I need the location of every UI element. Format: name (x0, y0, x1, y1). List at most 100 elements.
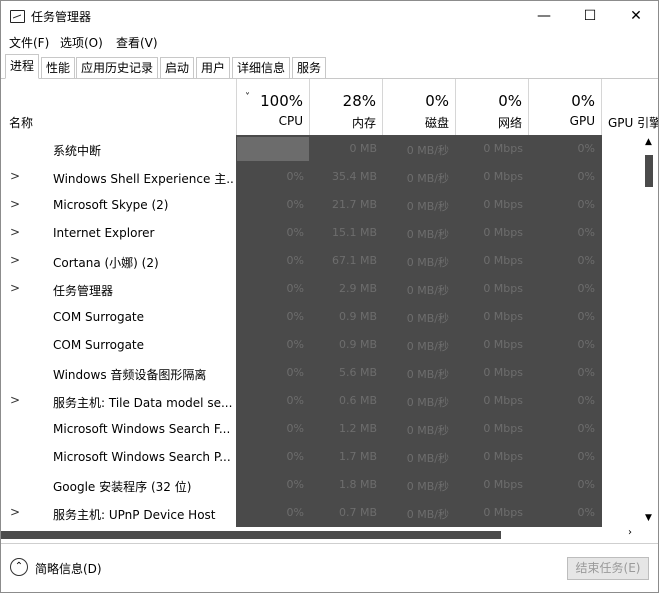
memory-cell: 5.6 MB (338, 366, 377, 379)
gpu-cell: 0% (577, 282, 595, 295)
process-name: Google 安装程序 (32 位) (53, 480, 192, 494)
column-header-memory[interactable]: 28% 内存 (309, 79, 382, 135)
process-row[interactable]: > Internet Explorer 0% 15.1 MB 0 MB/秒 0 Mbps 0… (1, 219, 641, 247)
column-header-cpu[interactable]: ˅ 100% CPU (236, 79, 309, 135)
memory-cell: 0.6 MB (338, 394, 377, 407)
memory-cell: 0.9 MB (338, 310, 377, 323)
cpu-cell: 0% (286, 422, 304, 435)
process-row[interactable]: Microsoft Windows Search F... 0% 1.2 MB 0 M… (1, 415, 641, 443)
scroll-down-icon[interactable]: ▼ (645, 513, 652, 523)
tab-users[interactable]: 用户 (196, 57, 231, 78)
expand-chevron-icon[interactable]: > (10, 197, 20, 211)
scroll-right-icon[interactable]: › (628, 527, 632, 538)
network-cell: 0 Mbps (483, 394, 523, 407)
process-name: Internet Explorer (53, 226, 155, 240)
column-header-network[interactable]: 0% 网络 (455, 79, 528, 135)
disk-cell: 0 MB/秒 (406, 200, 449, 213)
cpu-cell: 0% (286, 254, 304, 267)
close-button[interactable]: ✕ (613, 1, 658, 31)
network-cell: 0 Mbps (483, 366, 523, 379)
title-bar: 任务管理器 — ☐ ✕ (1, 1, 658, 31)
process-row[interactable]: COM Surrogate 0% 0.9 MB 0 MB/秒 0 Mbps 0% (1, 331, 641, 359)
fewer-details-link[interactable]: 简略信息(D) (35, 560, 102, 577)
process-row[interactable]: Google 安装程序 (32 位) 0% 1.8 MB 0 MB/秒 0 Mbps 0% (1, 471, 641, 499)
process-name: Cortana (小娜) (2) (53, 256, 159, 270)
chevron-up-circle-icon[interactable]: ⌃ (10, 558, 28, 576)
column-header-disk[interactable]: 0% 磁盘 (382, 79, 455, 135)
disk-cell: 0 MB/秒 (406, 144, 449, 157)
process-name: 服务主机: UPnP Device Host (53, 508, 216, 522)
tab-performance[interactable]: 性能 (41, 57, 76, 78)
network-cell: 0 Mbps (483, 254, 523, 267)
gpu-cell: 0% (577, 170, 595, 183)
gpu-cell: 0% (577, 254, 595, 267)
gpu-cell: 0% (577, 310, 595, 323)
process-row[interactable]: Microsoft Windows Search P... 0% 1.7 MB 0 M… (1, 443, 641, 471)
memory-total-pct: 28% (342, 92, 376, 110)
disk-cell: 0 MB/秒 (406, 452, 449, 465)
process-name: Windows Shell Experience 主... (53, 172, 233, 186)
process-name: COM Surrogate (53, 338, 145, 352)
column-header-gpu[interactable]: 0% GPU (528, 79, 601, 135)
expand-chevron-icon[interactable]: > (10, 505, 20, 519)
cpu-cell: 0% (286, 310, 304, 323)
vertical-scrollbar[interactable]: ▲ ▼ (641, 135, 658, 527)
tab-app-history[interactable]: 应用历史记录 (76, 57, 159, 78)
end-task-button[interactable]: 结束任务(E) (567, 557, 649, 580)
menu-file[interactable]: 文件(F) (9, 34, 49, 51)
expand-chevron-icon[interactable]: > (10, 281, 20, 295)
cpu-cell: 0% (286, 226, 304, 239)
process-list: 系统中断 0 MB 0 MB/秒 0 Mbps 0% > Windows Shell Exp… (1, 135, 641, 527)
process-row[interactable]: > Cortana (小娜) (2) 0% 67.1 MB 0 MB/秒 0 Mbps 0% (1, 247, 641, 275)
process-row[interactable]: Windows 音频设备图形隔离 0% 5.6 MB 0 MB/秒 0 Mbps 0% (1, 359, 641, 387)
memory-cell: 67.1 MB (331, 254, 377, 267)
process-row[interactable]: 系统中断 0 MB 0 MB/秒 0 Mbps 0% (1, 135, 641, 163)
process-row[interactable]: > Windows Shell Experience 主... 0% 35.4 MB 0… (1, 163, 641, 191)
vertical-scroll-thumb[interactable] (645, 155, 653, 187)
scroll-up-icon[interactable]: ▲ (645, 137, 652, 147)
expand-chevron-icon[interactable]: > (10, 253, 20, 267)
process-row[interactable]: > Microsoft Skype (2) 0% 21.7 MB 0 MB/秒 0 Mbp… (1, 191, 641, 219)
cpu-cell: 0% (286, 478, 304, 491)
expand-chevron-icon[interactable]: > (10, 393, 20, 407)
menu-view[interactable]: 查看(V) (116, 34, 158, 51)
expand-chevron-icon[interactable]: > (10, 169, 20, 183)
expand-chevron-icon[interactable]: > (10, 225, 20, 239)
cpu-cell: 0% (286, 170, 304, 183)
gpu-cell: 0% (577, 142, 595, 155)
tab-details[interactable]: 详细信息 (232, 57, 291, 78)
network-cell: 0 Mbps (483, 506, 523, 519)
cpu-cell: 0% (286, 366, 304, 379)
cpu-total-pct: 100% (260, 92, 303, 110)
gpu-cell: 0% (577, 366, 595, 379)
process-row[interactable]: > 服务主机: UPnP Device Host 0% 0.7 MB 0 MB/秒 0 M… (1, 499, 641, 527)
network-cell: 0 Mbps (483, 170, 523, 183)
column-header-name[interactable]: 名称 (9, 114, 33, 131)
minimize-button[interactable]: — (521, 1, 567, 31)
tab-processes[interactable]: 进程 (5, 54, 40, 79)
menu-options[interactable]: 选项(O) (60, 34, 103, 51)
horizontal-scroll-thumb[interactable] (1, 531, 501, 539)
horizontal-scrollbar[interactable]: › (1, 527, 641, 543)
process-name: Microsoft Windows Search F... (53, 422, 231, 436)
process-row[interactable]: COM Surrogate 0% 0.9 MB 0 MB/秒 0 Mbps 0% (1, 303, 641, 331)
cpu-cell: 0% (286, 450, 304, 463)
memory-cell: 2.9 MB (338, 282, 377, 295)
process-row[interactable]: > 任务管理器 0% 2.9 MB 0 MB/秒 0 Mbps 0% (1, 275, 641, 303)
process-name: 系统中断 (53, 144, 102, 158)
menu-bar: 文件(F) 选项(O) 查看(V) (1, 31, 658, 53)
network-cell: 0 Mbps (483, 450, 523, 463)
gpu-column-label: GPU (569, 114, 595, 128)
process-row[interactable]: > 服务主机: Tile Data model se... 0% 0.6 MB 0 MB… (1, 387, 641, 415)
gpu-cell: 0% (577, 226, 595, 239)
column-header-gpu-engine[interactable]: GPU 引擎 (601, 79, 658, 135)
cpu-cell: 0% (286, 394, 304, 407)
memory-cell: 0.7 MB (338, 506, 377, 519)
maximize-button[interactable]: ☐ (567, 1, 613, 31)
tab-services[interactable]: 服务 (292, 57, 327, 78)
disk-cell: 0 MB/秒 (406, 312, 449, 325)
gpu-cell: 0% (577, 338, 595, 351)
memory-cell: 1.8 MB (338, 478, 377, 491)
process-name: COM Surrogate (53, 310, 145, 324)
tab-startup[interactable]: 启动 (160, 57, 195, 78)
